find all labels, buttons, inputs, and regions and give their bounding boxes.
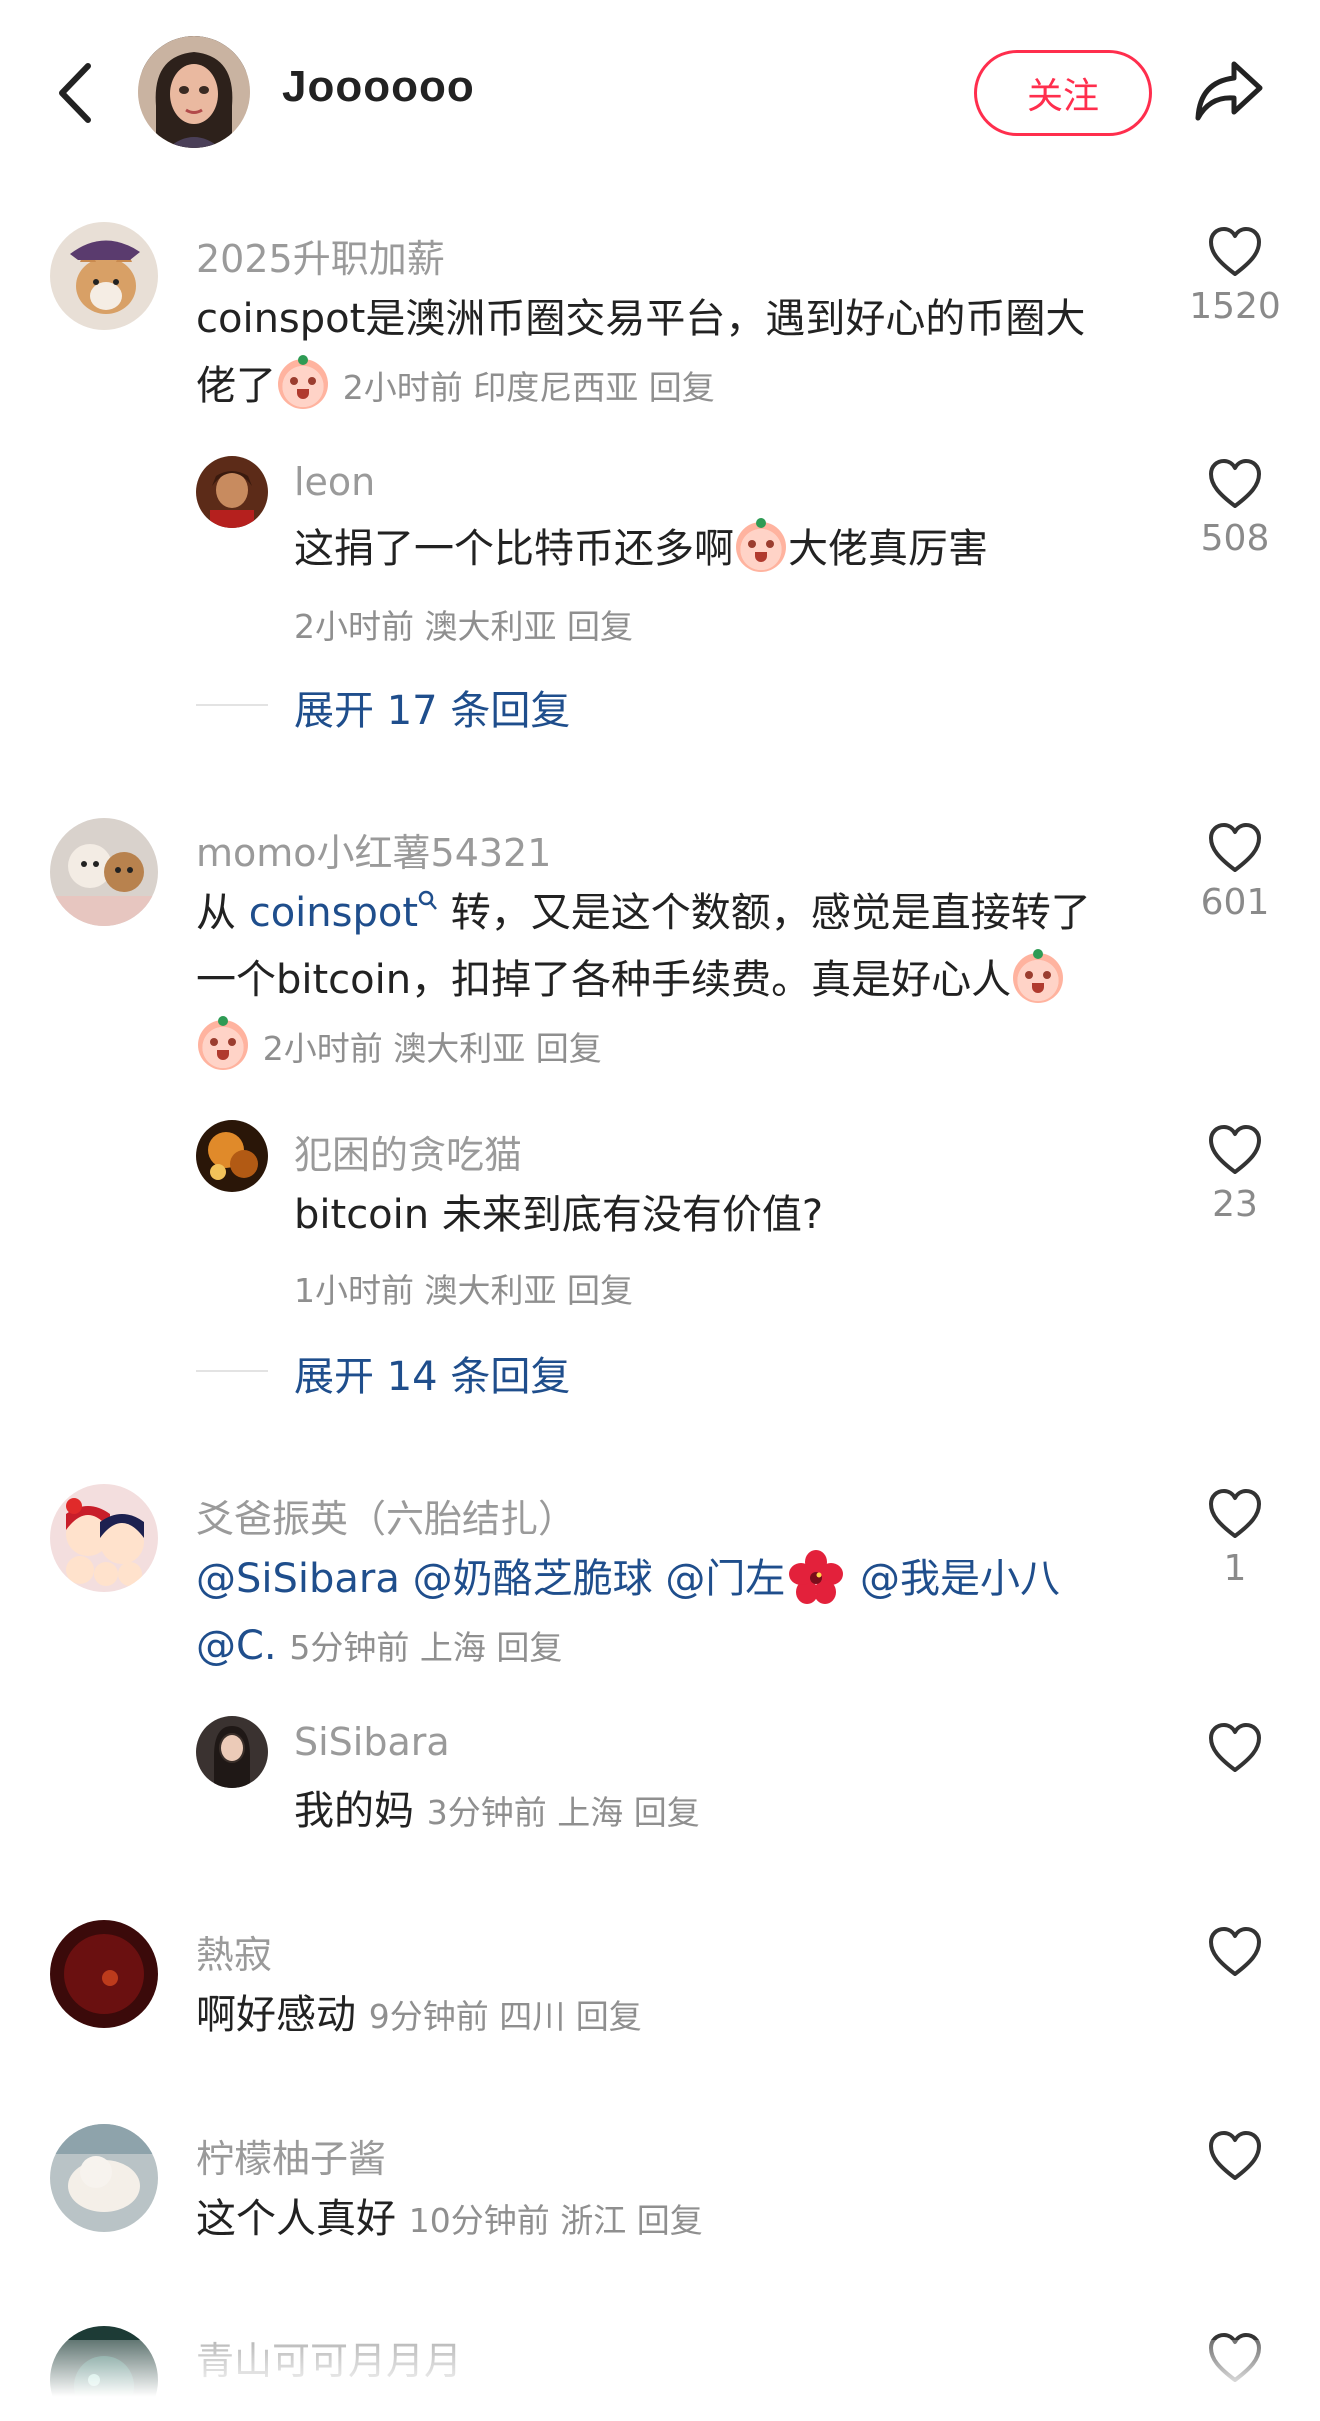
like-count: 508 bbox=[1200, 518, 1270, 559]
comment-text-part: 转，又是这个数额，感觉是直接转了 bbox=[438, 890, 1091, 936]
like-count: 23 bbox=[1212, 1184, 1258, 1225]
mention-link[interactable]: @奶酪芝脆球 bbox=[413, 1556, 653, 1602]
comment-meta[interactable]: 10分钟前 浙江 回复 bbox=[409, 2201, 703, 2240]
heart-outline-icon bbox=[1209, 1489, 1261, 1538]
comment-meta[interactable]: 5分钟前 上海 回复 bbox=[289, 1628, 562, 1667]
crying-face-emoji bbox=[1013, 949, 1064, 1003]
commenter-name[interactable]: 爻爸振英（六胎结扎） bbox=[196, 1488, 576, 1543]
comment-text: coinspot是澳洲币圈交易平台，遇到好心的币圈大 bbox=[196, 286, 1085, 353]
commenter-name[interactable]: 2025升职加薪 bbox=[196, 228, 445, 283]
mention-link[interactable]: @门左 bbox=[665, 1556, 785, 1602]
commenter-name[interactable]: 柠檬柚子酱 bbox=[196, 2128, 386, 2183]
reply-text-part: 大佬真厉害 bbox=[788, 526, 988, 572]
reply-text: 我的妈 3分钟前 上海 回复 bbox=[294, 1778, 700, 1846]
commenter-name[interactable]: momo小红薯54321 bbox=[196, 822, 551, 877]
like-button[interactable]: 1520 bbox=[1189, 226, 1281, 327]
reply-user-name[interactable]: SiSibara bbox=[294, 1720, 450, 1764]
search-icon[interactable] bbox=[418, 890, 438, 912]
commenter-avatar[interactable] bbox=[50, 2124, 158, 2232]
top-bar: Joooooo 关注 bbox=[0, 0, 1320, 190]
keyword-link[interactable]: coinspot bbox=[249, 890, 418, 936]
like-button[interactable] bbox=[1198, 1926, 1272, 1978]
heart-outline-icon bbox=[1209, 227, 1261, 276]
crying-face-emoji bbox=[278, 355, 328, 409]
like-count: 1 bbox=[1223, 1548, 1247, 1589]
comment-text: 佬了 2小时前 印度尼西亚 回复 bbox=[196, 353, 715, 421]
author-avatar[interactable] bbox=[138, 36, 250, 148]
reply-user-name[interactable]: leon bbox=[294, 460, 375, 504]
commenter-avatar[interactable] bbox=[50, 222, 158, 330]
heart-outline-icon bbox=[1209, 1125, 1261, 1174]
heart-outline-icon bbox=[1209, 823, 1261, 872]
like-button[interactable] bbox=[1198, 1722, 1272, 1774]
commenter-avatar[interactable] bbox=[50, 818, 158, 926]
comment-text-part: 啊好感动 bbox=[196, 1992, 356, 2038]
like-button[interactable]: 23 bbox=[1198, 1124, 1272, 1225]
comment-text-part: 这个人真好 bbox=[196, 2196, 396, 2242]
comment-text: @SiSibara @奶酪芝脆球 @门左 @我是小八 bbox=[196, 1546, 1060, 1613]
bottom-fade-overlay bbox=[0, 2340, 1320, 2421]
comment-text-line: coinspot是澳洲币圈交易平台，遇到好心的币圈大 bbox=[196, 296, 1086, 342]
heart-outline-icon bbox=[1209, 1927, 1261, 1976]
comment-text-line: 一个bitcoin，扣掉了各种手续费。真是好心人 bbox=[196, 957, 1012, 1003]
reply-text-part: 这捐了一个比特币还多啊 bbox=[294, 526, 734, 572]
comment-meta[interactable]: 9分钟前 四川 回复 bbox=[369, 1997, 642, 2036]
share-arrow-icon bbox=[1195, 61, 1263, 121]
expand-replies-link[interactable]: 展开 17 条回复 bbox=[294, 678, 570, 736]
chevron-left-icon bbox=[59, 63, 91, 123]
heart-outline-icon bbox=[1209, 1723, 1261, 1772]
hibiscus-emoji bbox=[789, 1550, 844, 1604]
like-button[interactable]: 601 bbox=[1198, 822, 1272, 923]
author-name[interactable]: Joooooo bbox=[282, 62, 475, 112]
like-button[interactable]: 508 bbox=[1198, 458, 1272, 559]
crying-face-emoji bbox=[736, 518, 786, 572]
like-button[interactable] bbox=[1198, 2130, 1272, 2182]
like-count: 1520 bbox=[1189, 286, 1281, 327]
reply-avatar[interactable] bbox=[196, 1120, 268, 1192]
comment-text-line: 佬了 bbox=[196, 363, 276, 409]
mention-link[interactable]: @SiSibara bbox=[196, 1556, 400, 1602]
comment-text: 这个人真好 10分钟前 浙江 回复 bbox=[196, 2186, 703, 2254]
share-button[interactable] bbox=[1190, 56, 1266, 126]
reply-text: bitcoin 未来到底有没有价值? bbox=[294, 1192, 824, 1238]
comment-text: @C. 5分钟前 上海 回复 bbox=[196, 1613, 562, 1681]
heart-outline-icon bbox=[1209, 2131, 1261, 2180]
reply-meta[interactable]: 3分钟前 上海 回复 bbox=[427, 1793, 700, 1832]
reply-meta[interactable]: 1小时前 澳大利亚 回复 bbox=[294, 1264, 633, 1312]
comment-text: 2小时前 澳大利亚 回复 bbox=[196, 1014, 602, 1082]
reply-avatar[interactable] bbox=[196, 1716, 268, 1788]
reply-user-name[interactable]: 犯困的贪吃猫 bbox=[294, 1124, 522, 1179]
comment-text-part: 从 bbox=[196, 890, 249, 936]
comment-text: 从 coinspot 转，又是这个数额，感觉是直接转了 bbox=[196, 880, 1091, 947]
expand-replies-link[interactable]: 展开 14 条回复 bbox=[294, 1344, 570, 1402]
reply-meta[interactable]: 2小时前 澳大利亚 回复 bbox=[294, 600, 633, 648]
comment-text: 一个bitcoin，扣掉了各种手续费。真是好心人 bbox=[196, 947, 1065, 1014]
heart-outline-icon bbox=[1209, 459, 1261, 508]
like-button[interactable]: 1 bbox=[1198, 1488, 1272, 1589]
crying-face-emoji bbox=[198, 1016, 248, 1070]
follow-button[interactable]: 关注 bbox=[974, 50, 1152, 136]
commenter-avatar[interactable] bbox=[50, 1920, 158, 2028]
mention-link[interactable]: @C. bbox=[196, 1623, 277, 1669]
like-count: 601 bbox=[1200, 882, 1270, 923]
back-button[interactable] bbox=[48, 58, 108, 128]
comment-meta[interactable]: 2小时前 印度尼西亚 回复 bbox=[343, 368, 715, 407]
mention-link[interactable]: @我是小八 bbox=[860, 1556, 1060, 1602]
commenter-avatar[interactable] bbox=[50, 1484, 158, 1592]
divider bbox=[196, 1370, 268, 1372]
comment-meta[interactable]: 2小时前 澳大利亚 回复 bbox=[263, 1029, 602, 1068]
reply-text-part: 我的妈 bbox=[294, 1788, 414, 1834]
commenter-name[interactable]: 熱寂 bbox=[196, 1924, 272, 1979]
comment-text: 啊好感动 9分钟前 四川 回复 bbox=[196, 1982, 642, 2050]
reply-text: 这捐了一个比特币还多啊 大佬真厉害 bbox=[294, 516, 988, 583]
divider bbox=[196, 704, 268, 706]
reply-avatar[interactable] bbox=[196, 456, 268, 528]
